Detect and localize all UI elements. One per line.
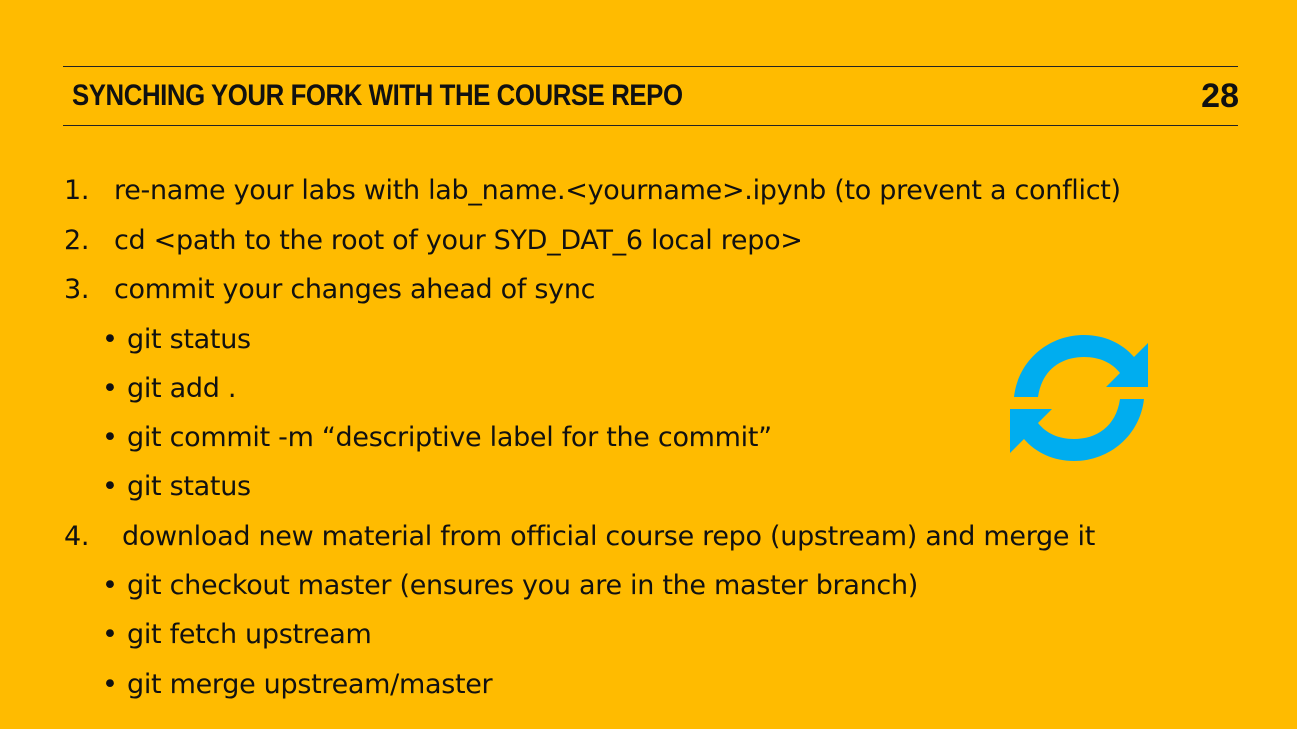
substep-text: git merge upstream/master xyxy=(127,669,493,700)
page-number: 28 xyxy=(1201,77,1239,115)
bullet: • xyxy=(102,669,118,700)
bullet: • xyxy=(102,471,118,502)
step-number: 2. xyxy=(64,225,90,256)
substep-text: git fetch upstream xyxy=(127,619,372,650)
step-text: cd <path to the root of your SYD_DAT_6 l… xyxy=(114,225,803,256)
slide-title: SYNCHING YOUR FORK WITH THE COURSE REPO xyxy=(72,79,683,112)
step-number: 4. xyxy=(64,521,90,552)
bullet: • xyxy=(102,570,118,601)
bullet: • xyxy=(102,324,118,355)
step-text: download new material from official cour… xyxy=(122,521,1095,552)
bullet: • xyxy=(102,373,118,404)
substep-text: git checkout master (ensures you are in … xyxy=(127,570,919,601)
bullet: • xyxy=(102,422,118,453)
step-text: commit your changes ahead of sync xyxy=(114,274,596,305)
substep-text: git status xyxy=(127,324,251,355)
substep-text: git status xyxy=(127,471,251,502)
header-rule-bottom xyxy=(63,125,1238,126)
step-text: re-name your labs with lab_name.<yournam… xyxy=(114,175,1121,206)
sync-icon xyxy=(1010,335,1148,461)
header-rule-top xyxy=(63,66,1238,67)
step-number: 1. xyxy=(64,175,90,206)
substep-text: git commit -m “descriptive label for the… xyxy=(127,422,772,453)
step-number: 3. xyxy=(64,274,90,305)
substep-text: git add . xyxy=(127,373,237,404)
bullet: • xyxy=(102,619,118,650)
